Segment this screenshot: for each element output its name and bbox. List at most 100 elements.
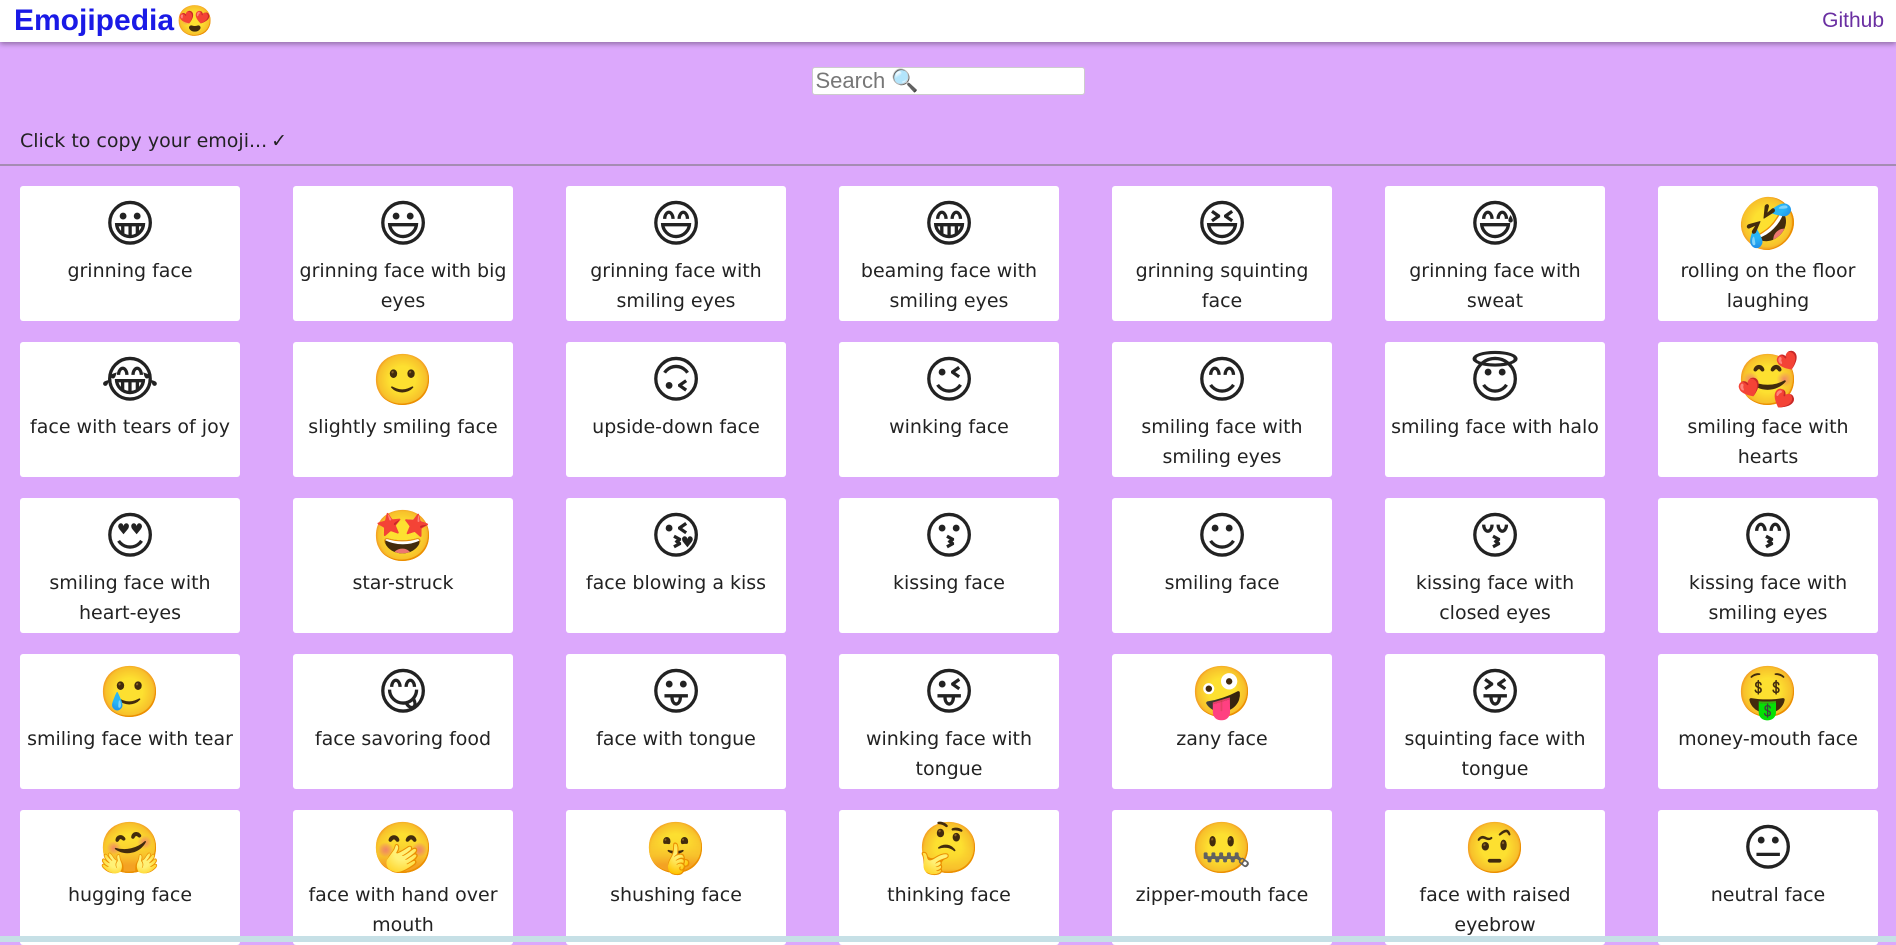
emoji-name: winking face with tongue: [839, 724, 1059, 784]
emoji-icon: 🤑: [1737, 661, 1799, 723]
brand-logo-link[interactable]: Emojipedia 😍: [14, 4, 213, 39]
emoji-icon: 😝: [1469, 661, 1521, 723]
copy-hint: Click to copy your emoji... ✓: [0, 120, 1896, 161]
emoji-icon: 🙂: [372, 349, 434, 411]
emoji-icon: 😐: [1742, 817, 1794, 879]
emoji-name: thinking face: [881, 880, 1017, 910]
emoji-card[interactable]: 😁beaming face with smiling eyes: [839, 186, 1059, 321]
emoji-icon: 😗: [923, 505, 975, 567]
emoji-card[interactable]: 😆grinning squinting face: [1112, 186, 1332, 321]
emoji-card[interactable]: 😐neutral face: [1658, 810, 1878, 945]
emoji-icon: ☺: [1196, 505, 1248, 567]
emoji-icon: 😄: [650, 193, 702, 255]
emoji-card[interactable]: 😄grinning face with smiling eyes: [566, 186, 786, 321]
emoji-icon: 😛: [650, 661, 702, 723]
emoji-name: kissing face: [887, 568, 1011, 598]
emoji-icon: 😂: [101, 349, 159, 411]
emoji-card[interactable]: 🤔thinking face: [839, 810, 1059, 945]
emoji-name: face with raised eyebrow: [1385, 880, 1605, 940]
emoji-icon: 🥲: [99, 661, 161, 723]
emoji-card[interactable]: ☺smiling face: [1112, 498, 1332, 633]
emoji-name: grinning face with big eyes: [293, 256, 513, 316]
emoji-icon: 🥰: [1737, 349, 1799, 411]
emoji-icon: 😍: [104, 505, 156, 567]
copy-hint-text: Click to copy your emoji...: [20, 130, 267, 152]
emoji-name: face with tongue: [590, 724, 762, 754]
emoji-card[interactable]: 😀grinning face: [20, 186, 240, 321]
emoji-card[interactable]: 🤩star-struck: [293, 498, 513, 633]
emoji-name: face with hand over mouth: [293, 880, 513, 940]
github-link[interactable]: Github: [1822, 9, 1884, 33]
emoji-name: beaming face with smiling eyes: [839, 256, 1059, 316]
emoji-name: grinning face: [61, 256, 198, 286]
emoji-card[interactable]: 😃grinning face with big eyes: [293, 186, 513, 321]
emoji-icon: 🤨: [1464, 817, 1526, 879]
emoji-name: hugging face: [62, 880, 198, 910]
emoji-card[interactable]: 🙂slightly smiling face: [293, 342, 513, 477]
emoji-name: rolling on the floor laughing: [1658, 256, 1878, 316]
emoji-name: kissing face with closed eyes: [1385, 568, 1605, 628]
emoji-name: smiling face with heart-eyes: [20, 568, 240, 628]
emoji-icon: 😘: [650, 505, 702, 567]
emoji-card[interactable]: 😅grinning face with sweat: [1385, 186, 1605, 321]
emoji-card[interactable]: 😉winking face: [839, 342, 1059, 477]
emoji-icon: 😁: [923, 193, 975, 255]
emoji-card[interactable]: 😘face blowing a kiss: [566, 498, 786, 633]
emoji-name: smiling face: [1159, 568, 1286, 598]
emoji-name: zipper-mouth face: [1130, 880, 1315, 910]
emoji-name: face with tears of joy: [24, 412, 236, 442]
emoji-icon: 🤔: [918, 817, 980, 879]
emoji-name: squinting face with tongue: [1385, 724, 1605, 784]
emoji-icon: 🤫: [645, 817, 707, 879]
emoji-card[interactable]: 😇smiling face with halo: [1385, 342, 1605, 477]
emoji-icon: 😉: [923, 349, 975, 411]
emoji-card[interactable]: 🤗hugging face: [20, 810, 240, 945]
emoji-name: face savoring food: [309, 724, 497, 754]
emoji-grid: 😀grinning face 😃grinning face with big ey…: [0, 166, 1896, 945]
emoji-name: star-struck: [346, 568, 459, 598]
emoji-icon: 😜: [923, 661, 975, 723]
emoji-card[interactable]: 😗kissing face: [839, 498, 1059, 633]
emoji-card[interactable]: 🤑money-mouth face: [1658, 654, 1878, 789]
emoji-icon: 😇: [1469, 349, 1521, 411]
emoji-card[interactable]: 🤐zipper-mouth face: [1112, 810, 1332, 945]
emoji-name: kissing face with smiling eyes: [1658, 568, 1878, 628]
emoji-name: smiling face with tear: [21, 724, 239, 754]
emoji-card[interactable]: 😊smiling face with smiling eyes: [1112, 342, 1332, 477]
brand-name: Emojipedia: [14, 4, 174, 38]
emoji-icon: 🤭: [372, 817, 434, 879]
page-bottom-edge: [0, 936, 1896, 942]
emoji-name: face blowing a kiss: [580, 568, 772, 598]
emoji-name: smiling face with smiling eyes: [1112, 412, 1332, 472]
emoji-name: smiling face with hearts: [1658, 412, 1878, 472]
emoji-name: smiling face with halo: [1385, 412, 1605, 442]
emoji-card[interactable]: 🤪zany face: [1112, 654, 1332, 789]
emoji-icon: 😀: [104, 193, 156, 255]
emoji-name: grinning face with sweat: [1385, 256, 1605, 316]
emoji-icon: 😚: [1469, 505, 1521, 567]
search-input[interactable]: [812, 67, 1085, 95]
emoji-card[interactable]: 🙃upside-down face: [566, 342, 786, 477]
heart-eyes-icon: 😍: [176, 4, 213, 39]
emoji-card[interactable]: 😜winking face with tongue: [839, 654, 1059, 789]
emoji-card[interactable]: 🤫shushing face: [566, 810, 786, 945]
emoji-icon: 🤣: [1737, 193, 1799, 255]
emoji-card[interactable]: 😋face savoring food: [293, 654, 513, 789]
emoji-card[interactable]: 😝squinting face with tongue: [1385, 654, 1605, 789]
emoji-card[interactable]: 😂face with tears of joy: [20, 342, 240, 477]
emoji-card[interactable]: 😛face with tongue: [566, 654, 786, 789]
emoji-card[interactable]: 🥲smiling face with tear: [20, 654, 240, 789]
emoji-card[interactable]: 🥰smiling face with hearts: [1658, 342, 1878, 477]
emoji-card[interactable]: 😚kissing face with closed eyes: [1385, 498, 1605, 633]
emoji-name: slightly smiling face: [302, 412, 503, 442]
emoji-card[interactable]: 🤨face with raised eyebrow: [1385, 810, 1605, 945]
emoji-icon: 🤗: [99, 817, 161, 879]
emoji-card[interactable]: 🤣rolling on the floor laughing: [1658, 186, 1878, 321]
emoji-name: grinning face with smiling eyes: [566, 256, 786, 316]
emoji-name: grinning squinting face: [1112, 256, 1332, 316]
emoji-card[interactable]: 😍smiling face with heart-eyes: [20, 498, 240, 633]
emoji-icon: 🤪: [1191, 661, 1253, 723]
emoji-name: upside-down face: [586, 412, 766, 442]
emoji-card[interactable]: 🤭face with hand over mouth: [293, 810, 513, 945]
emoji-card[interactable]: 😙kissing face with smiling eyes: [1658, 498, 1878, 633]
